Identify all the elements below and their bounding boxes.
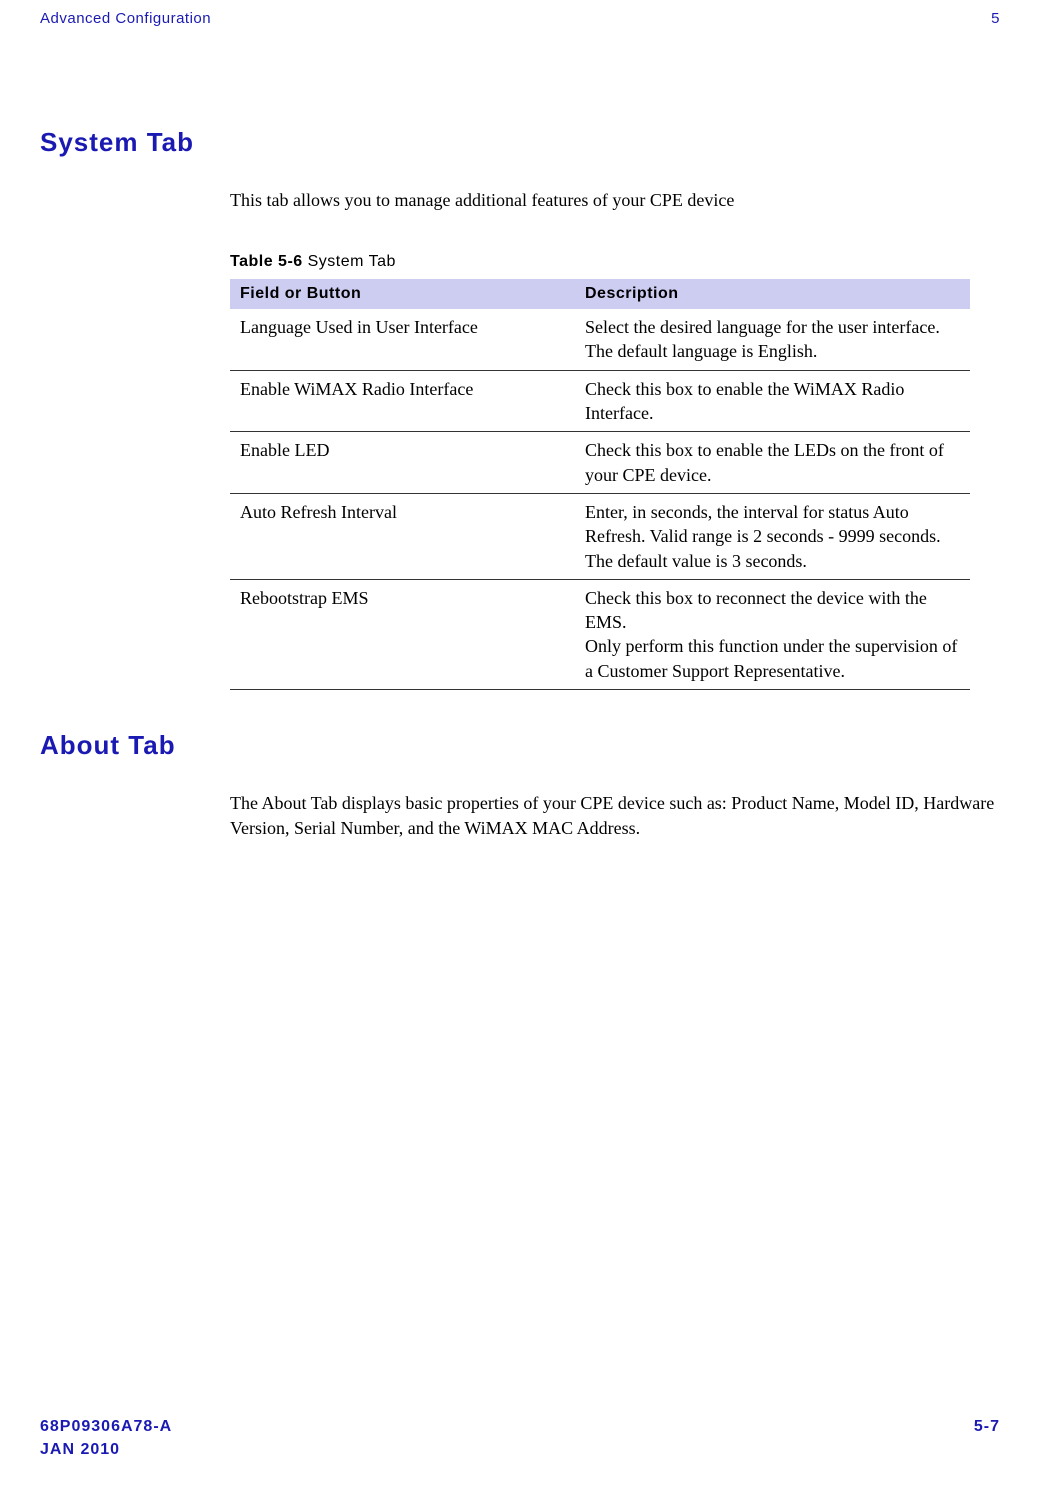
field-cell: Enable LED [230, 432, 575, 494]
description-cell: Select the desired language for the user… [575, 309, 970, 370]
description-cell: Check this box to reconnect the device w… [575, 579, 970, 689]
column-header-description: Description [575, 279, 970, 309]
document-number: 68P09306A78-A [40, 1416, 172, 1438]
table-row: Auto Refresh Interval Enter, in seconds,… [230, 493, 970, 579]
header-title: Advanced Configuration [40, 10, 211, 27]
table-number: Table 5-6 [230, 253, 303, 270]
field-cell: Enable WiMAX Radio Interface [230, 370, 575, 432]
about-tab-intro: The About Tab displays basic properties … [230, 791, 1000, 841]
table-title: System Tab [303, 253, 396, 270]
page-number: 5-7 [974, 1416, 1000, 1461]
header-chapter-number: 5 [991, 10, 1000, 27]
page-header: Advanced Configuration 5 [40, 10, 1000, 27]
column-header-field: Field or Button [230, 279, 575, 309]
page-footer: 68P09306A78-A JAN 2010 5-7 [40, 1416, 1000, 1461]
table-row: Enable LED Check this box to enable the … [230, 432, 970, 494]
description-cell: Check this box to enable the LEDs on the… [575, 432, 970, 494]
field-cell: Rebootstrap EMS [230, 579, 575, 689]
system-tab-heading: System Tab [40, 127, 1000, 158]
footer-left: 68P09306A78-A JAN 2010 [40, 1416, 172, 1461]
system-tab-intro: This tab allows you to manage additional… [230, 188, 1000, 213]
document-date: JAN 2010 [40, 1439, 172, 1461]
description-cell: Enter, in seconds, the interval for stat… [575, 493, 970, 579]
description-cell: Check this box to enable the WiMAX Radio… [575, 370, 970, 432]
table-row: Rebootstrap EMS Check this box to reconn… [230, 579, 970, 689]
about-tab-heading: About Tab [40, 730, 1000, 761]
table-caption: Table 5-6 System Tab [230, 253, 1000, 271]
field-cell: Language Used in User Interface [230, 309, 575, 370]
system-table: Field or Button Description Language Use… [230, 279, 970, 690]
field-cell: Auto Refresh Interval [230, 493, 575, 579]
table-row: Enable WiMAX Radio Interface Check this … [230, 370, 970, 432]
table-row: Language Used in User Interface Select t… [230, 309, 970, 370]
table-header-row: Field or Button Description [230, 279, 970, 309]
